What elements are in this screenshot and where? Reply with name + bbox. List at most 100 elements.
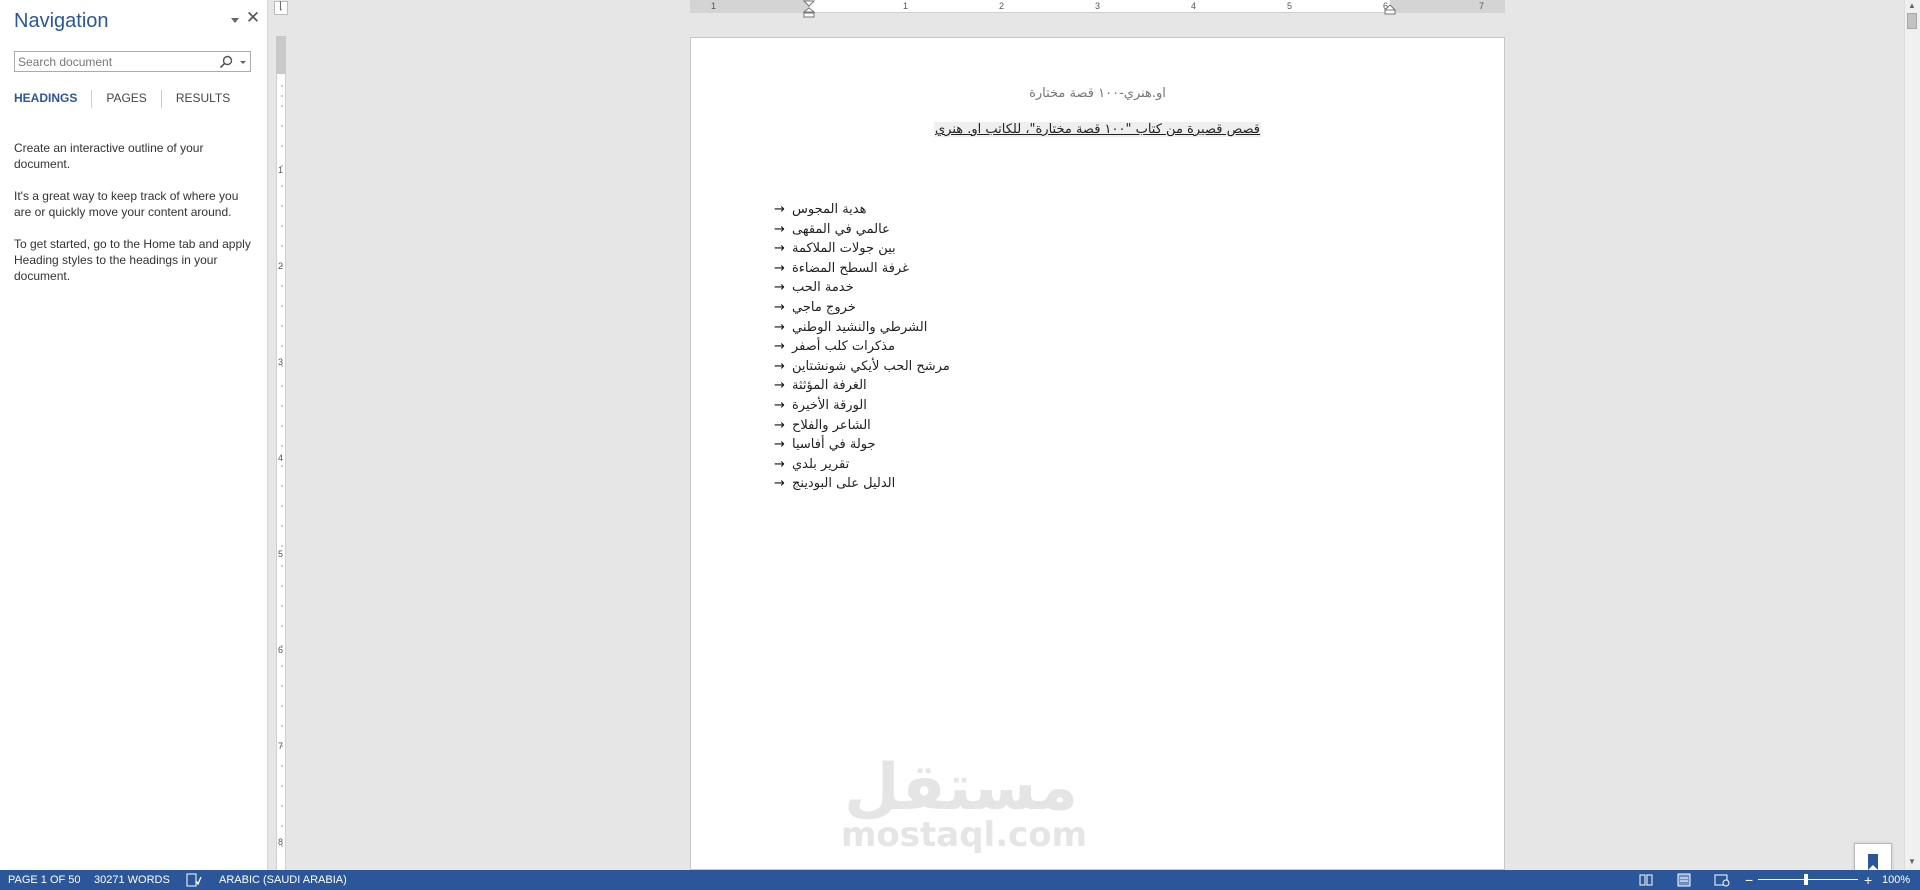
hruler-number: 7 bbox=[1479, 1, 1485, 11]
list-item: → بين جولات الملاكمة bbox=[774, 239, 1074, 259]
zoom-level[interactable]: 100% bbox=[1882, 870, 1910, 890]
vruler-number: 2 bbox=[278, 261, 284, 271]
bookmark-icon bbox=[1868, 854, 1878, 870]
story-title: مذكرات كلب أصفر bbox=[792, 339, 895, 355]
search-options-chevron-down-icon[interactable] bbox=[237, 54, 249, 70]
tab-selector-button[interactable]: ⌊ bbox=[274, 1, 288, 15]
vruler-number: 7 bbox=[278, 741, 284, 751]
close-icon[interactable]: ✕ bbox=[245, 9, 261, 27]
horizontal-ruler-right-margin bbox=[1390, 0, 1505, 13]
story-title: هدية المجوس bbox=[792, 202, 867, 217]
watermark-arabic: مستقل bbox=[843, 751, 1079, 825]
list-item: → الدليل على البودينج bbox=[774, 474, 1074, 494]
list-item: → جولة في أفاسيا bbox=[774, 435, 1074, 455]
list-item: → الورقة الأخيرة bbox=[774, 396, 1074, 416]
horizontal-ruler-left-margin bbox=[690, 0, 810, 13]
language-indicator[interactable]: ARABIC (SAUDI ARABIA) bbox=[219, 870, 347, 890]
print-layout-icon[interactable] bbox=[1676, 873, 1692, 887]
watermark-english: mostaql.com bbox=[841, 815, 1088, 855]
search-icon[interactable] bbox=[218, 54, 234, 70]
hruler-number: 4 bbox=[1191, 1, 1197, 11]
vertical-ruler-margin bbox=[276, 36, 286, 74]
zoom-slider-thumb[interactable] bbox=[1804, 874, 1808, 885]
story-title: عالمي في المقهى bbox=[792, 221, 890, 237]
pane-options-chevron-down-icon[interactable] bbox=[228, 13, 242, 27]
scroll-down-icon[interactable]: ▼ bbox=[1905, 857, 1919, 867]
arrow-bullet-icon: → bbox=[774, 202, 785, 217]
arrow-bullet-icon: → bbox=[774, 221, 785, 237]
scrollbar-thumb[interactable] bbox=[1907, 13, 1917, 29]
list-item: → مذكرات كلب أصفر bbox=[774, 337, 1074, 357]
story-title: الورقة الأخيرة bbox=[792, 397, 867, 413]
story-title: غرفة السطح المضاءة bbox=[792, 260, 909, 276]
nav-tabs: HEADINGS PAGES RESULTS bbox=[14, 90, 244, 108]
arrow-bullet-icon: → bbox=[774, 437, 785, 453]
story-title: جولة في أفاسيا bbox=[792, 437, 876, 453]
arrow-bullet-icon: → bbox=[774, 358, 785, 374]
read-mode-icon[interactable] bbox=[1638, 873, 1654, 887]
web-layout-icon[interactable] bbox=[1714, 873, 1730, 887]
arrow-bullet-icon: → bbox=[774, 319, 785, 335]
hruler-number: 3 bbox=[1095, 1, 1101, 11]
zoom-in-icon[interactable]: + bbox=[1864, 870, 1872, 890]
hruler-number: 1 bbox=[903, 1, 909, 11]
arrow-bullet-icon: → bbox=[774, 378, 785, 394]
list-item: → الشاعر والفلاح bbox=[774, 416, 1074, 436]
vruler-number: 4 bbox=[278, 453, 284, 463]
story-title: تقرير بلدي bbox=[792, 456, 850, 472]
scroll-up-icon[interactable]: ▲ bbox=[1905, 1, 1919, 11]
arrow-bullet-icon: → bbox=[774, 299, 785, 315]
hruler-number: 5 bbox=[1287, 1, 1293, 11]
document-page[interactable]: او.هنري-١٠٠ قصة مختارة قصص قصيرة من كتاب… bbox=[690, 37, 1505, 870]
vruler-number: 1 bbox=[278, 165, 284, 175]
vertical-ruler: 1 2 3 4 5 6 7 8 bbox=[276, 36, 286, 870]
arrow-bullet-icon: → bbox=[774, 241, 785, 257]
list-item: → تقرير بلدي bbox=[774, 455, 1074, 475]
tab-results[interactable]: RESULTS bbox=[160, 90, 244, 108]
list-item: → خدمة الحب bbox=[774, 278, 1074, 298]
first-line-indent-marker[interactable] bbox=[802, 0, 816, 18]
vruler-number: 8 bbox=[278, 837, 284, 847]
list-item: → الغرفة المؤثثة bbox=[774, 376, 1074, 396]
page-count[interactable]: PAGE 1 OF 50 bbox=[8, 870, 81, 890]
right-indent-marker[interactable] bbox=[1383, 2, 1397, 15]
story-title: الدليل على البودينج bbox=[792, 476, 896, 492]
vruler-number: 3 bbox=[278, 357, 284, 367]
story-title: الشاعر والفلاح bbox=[792, 417, 871, 433]
list-item: → مرشح الحب لأيكي شونشتاين bbox=[774, 357, 1074, 377]
vertical-scrollbar[interactable] bbox=[1904, 0, 1920, 870]
arrow-bullet-icon: → bbox=[774, 417, 785, 433]
list-item: → غرفة السطح المضاءة bbox=[774, 259, 1074, 279]
tab-headings[interactable]: HEADINGS bbox=[14, 90, 91, 108]
story-title: الشرطي والنشيد الوطني bbox=[792, 319, 928, 335]
document-title: قصص قصيرة من كتاب "١٠٠ قصة مختارة"، للكا… bbox=[691, 122, 1504, 137]
story-list: → هدية المجوس → عالمي في المقهى → بين جولات… bbox=[774, 200, 1074, 494]
story-title: مرشح الحب لأيكي شونشتاين bbox=[792, 358, 950, 374]
arrow-bullet-icon: → bbox=[774, 280, 785, 296]
hruler-number: 2 bbox=[999, 1, 1005, 11]
help-paragraph: It's a great way to keep track of where … bbox=[14, 189, 239, 219]
tab-pages[interactable]: PAGES bbox=[91, 90, 160, 108]
zoom-slider[interactable] bbox=[1758, 879, 1858, 880]
zoom-out-icon[interactable]: − bbox=[1745, 870, 1753, 890]
help-paragraph: To get started, go to the Home tab and a… bbox=[14, 237, 251, 283]
arrow-bullet-icon: → bbox=[774, 397, 785, 413]
vruler-number: 5 bbox=[278, 549, 284, 559]
story-title: خدمة الحب bbox=[792, 280, 854, 296]
document-header: او.هنري-١٠٠ قصة مختارة bbox=[1029, 86, 1166, 101]
vruler-number: 6 bbox=[278, 645, 284, 655]
arrow-bullet-icon: → bbox=[774, 456, 785, 472]
navigation-title: Navigation bbox=[14, 10, 109, 32]
story-title: بين جولات الملاكمة bbox=[792, 241, 896, 257]
proofing-icon[interactable] bbox=[186, 873, 202, 887]
story-title: الغرفة المؤثثة bbox=[792, 378, 867, 394]
arrow-bullet-icon: → bbox=[774, 339, 785, 355]
search-input[interactable] bbox=[15, 52, 215, 71]
navigation-pane: Navigation ✕ HEADINGS PAGES RESULTS Crea… bbox=[0, 0, 268, 870]
watermark: مستقل mostaql.com bbox=[841, 751, 1088, 855]
document-title-text: قصص قصيرة من كتاب "١٠٠ قصة مختارة"، للكا… bbox=[933, 122, 1261, 137]
help-paragraph: Create an interactive outline of your do… bbox=[14, 141, 204, 171]
story-title: خروج ماجي bbox=[792, 299, 856, 315]
word-count[interactable]: 30271 WORDS bbox=[94, 870, 170, 890]
list-item: → عالمي في المقهى bbox=[774, 220, 1074, 240]
